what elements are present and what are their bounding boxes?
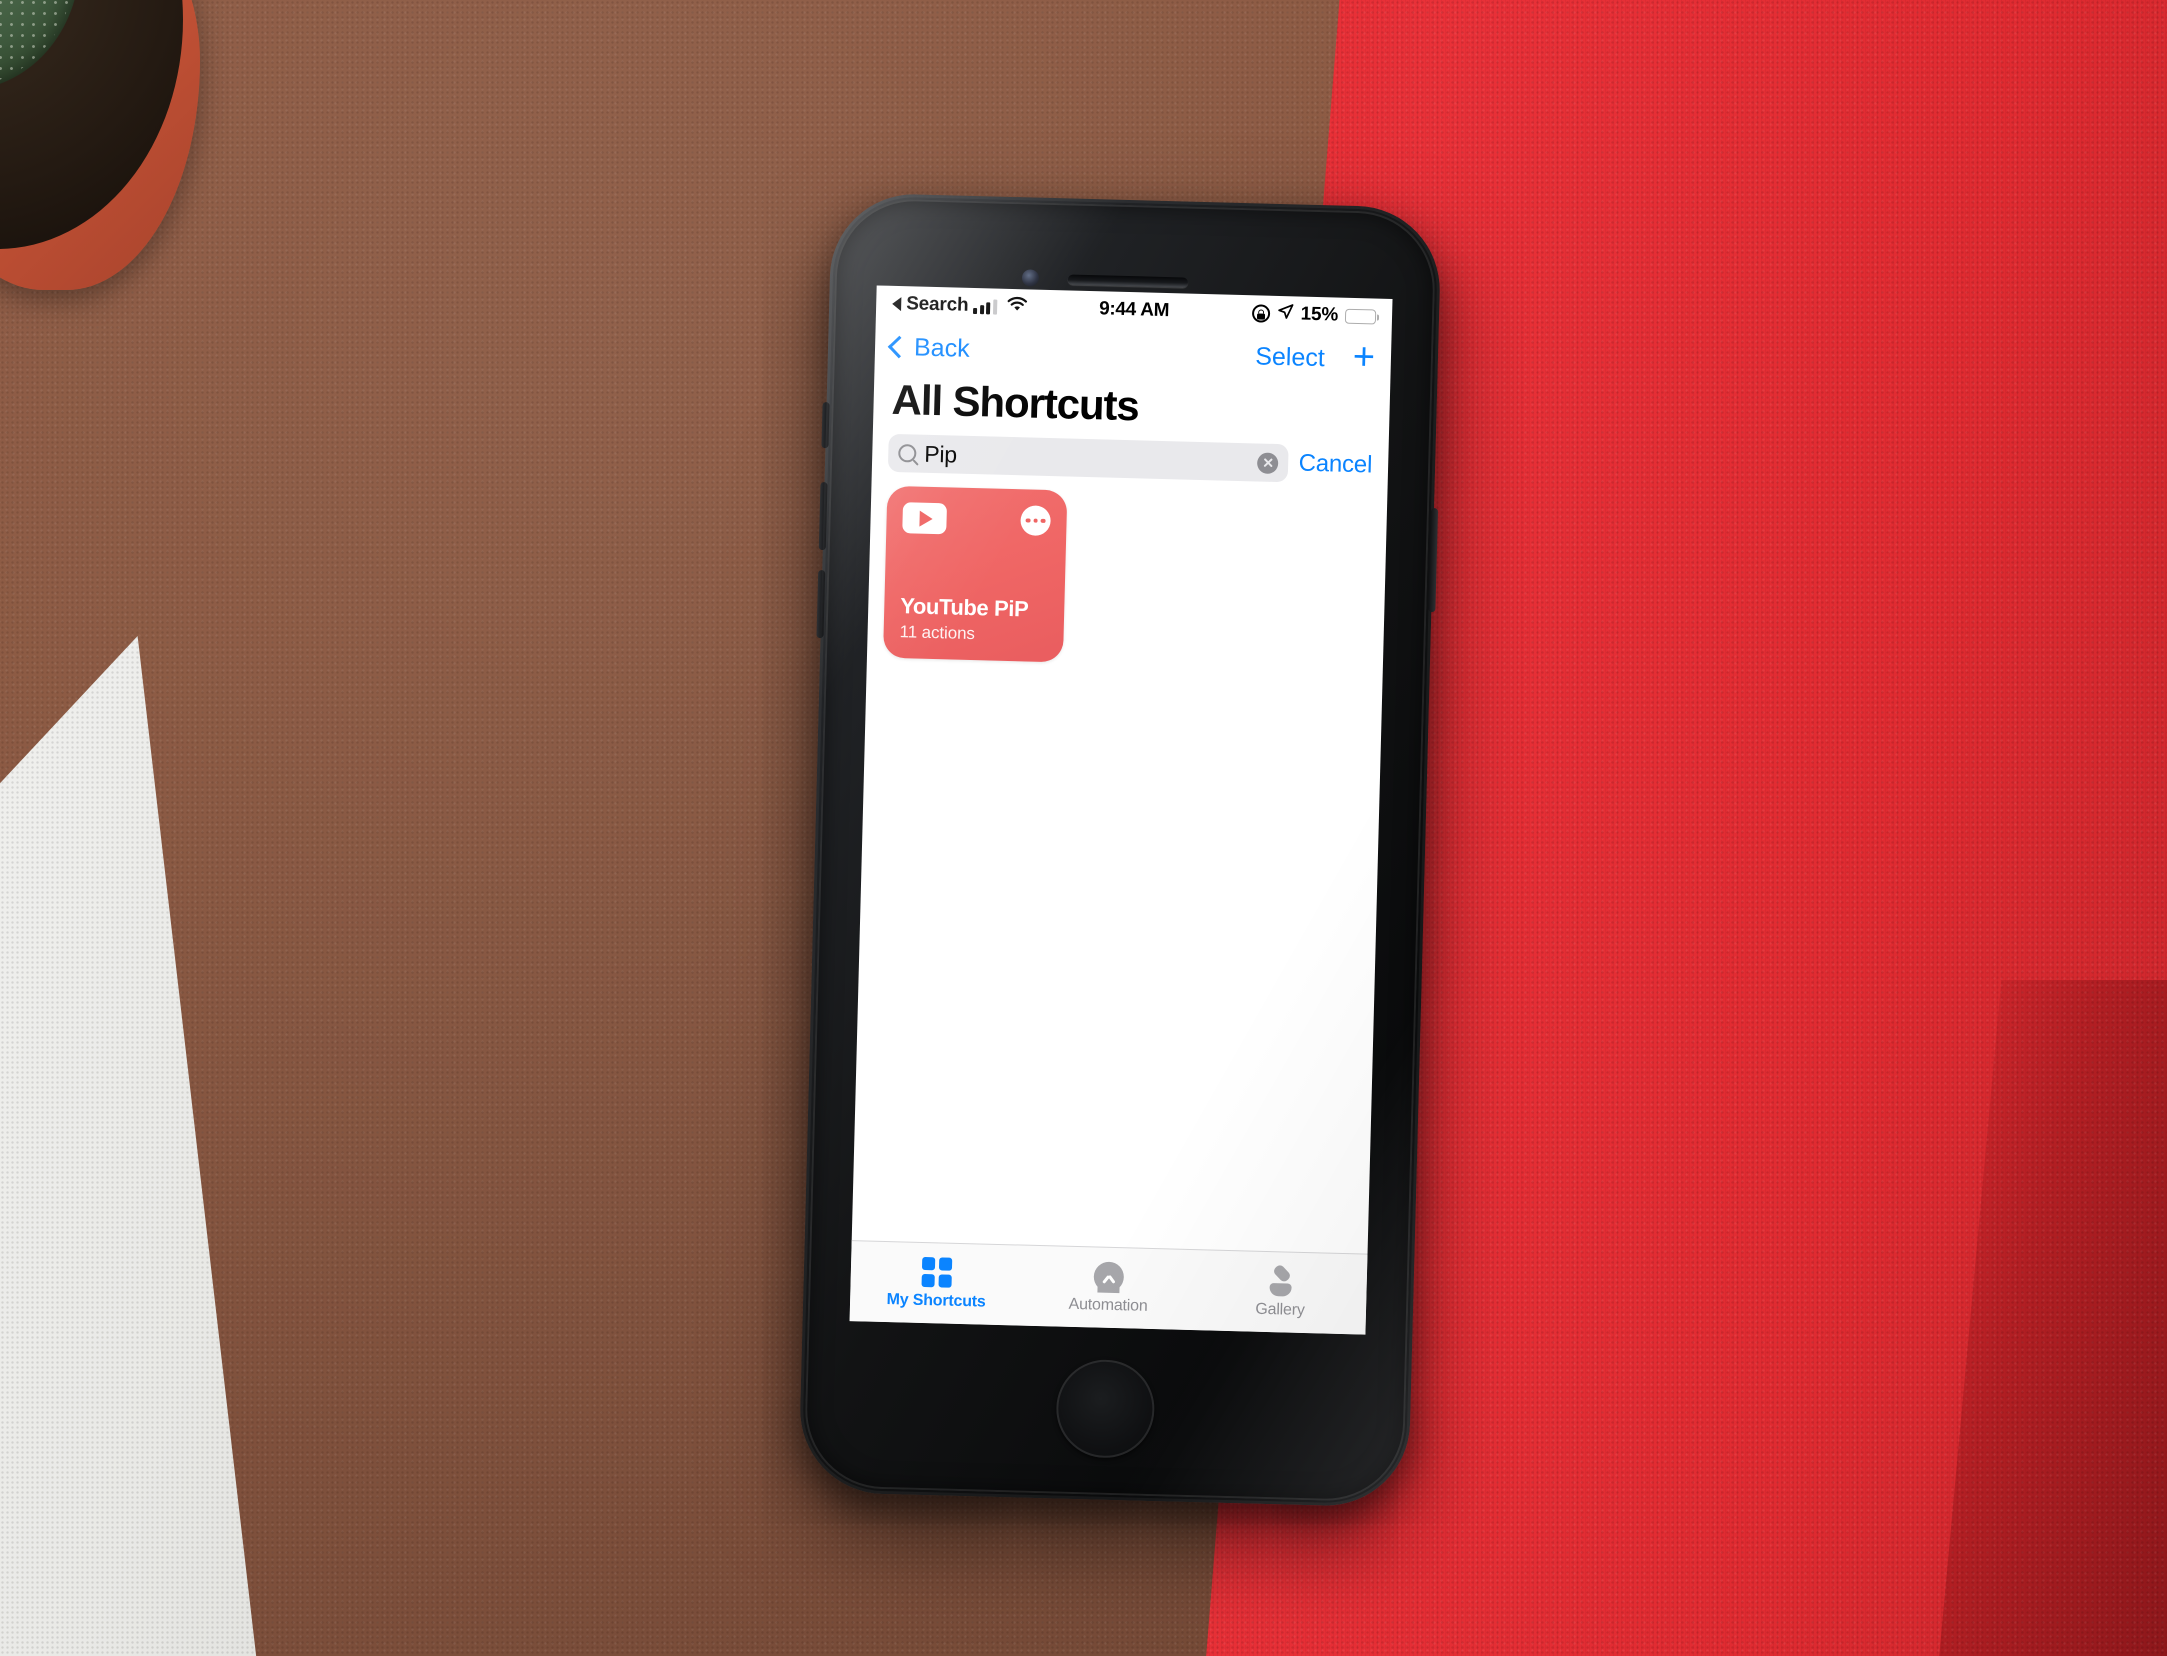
battery-low-icon	[1344, 308, 1377, 325]
iphone-device: Search 9:44 AM 15% Back Select + All Sho…	[798, 192, 1442, 1508]
tab-gallery[interactable]: Gallery	[1194, 1262, 1367, 1321]
shortcuts-results-grid: YouTube PiP 11 actions	[867, 481, 1388, 674]
shortcut-card-header	[902, 502, 1051, 537]
grid-squares-icon	[921, 1256, 953, 1288]
clear-circle-icon[interactable]	[1257, 451, 1279, 474]
search-icon	[898, 444, 917, 463]
card-spacer	[901, 533, 1051, 598]
youtube-play-icon	[902, 502, 948, 535]
select-button[interactable]: Select	[1255, 342, 1325, 373]
clock-icon	[1093, 1260, 1125, 1293]
volume-up-button[interactable]	[818, 482, 828, 551]
tab-my-shortcuts-label: My Shortcuts	[886, 1290, 986, 1311]
phone-screen: Search 9:44 AM 15% Back Select + All Sho…	[849, 285, 1393, 1335]
home-button[interactable]	[1055, 1358, 1156, 1460]
triangle-left-icon[interactable]	[892, 296, 902, 312]
tab-bar: My Shortcuts Automation Gallery	[849, 1240, 1368, 1335]
tab-automation[interactable]: Automation	[1022, 1259, 1195, 1316]
status-bar-clock: 9:44 AM	[1098, 298, 1170, 322]
ellipsis-icon[interactable]	[1020, 505, 1051, 537]
search-input-value: Pip	[923, 440, 958, 468]
plus-icon[interactable]: +	[1352, 336, 1375, 379]
front-camera	[1021, 269, 1040, 287]
status-bar-left: Search	[892, 293, 1099, 320]
tab-my-shortcuts[interactable]: My Shortcuts	[850, 1255, 1023, 1312]
mute-switch[interactable]	[821, 402, 830, 449]
back-button[interactable]: Back	[887, 332, 971, 363]
chevron-left-icon	[887, 335, 911, 359]
tab-gallery-label: Gallery	[1255, 1300, 1305, 1319]
shortcut-title: YouTube PiP	[899, 592, 1029, 622]
shortcut-card[interactable]: YouTube PiP 11 actions	[882, 485, 1068, 663]
layers-icon	[1264, 1262, 1297, 1297]
shortcut-subtitle: 11 actions	[899, 622, 976, 644]
search-input[interactable]: Pip	[887, 433, 1290, 483]
volume-down-button[interactable]	[816, 570, 826, 639]
status-back-app-label[interactable]: Search	[906, 293, 969, 317]
status-bar-right: 15%	[1169, 300, 1377, 328]
rotation-lock-icon	[1251, 304, 1270, 323]
cellular-bars-icon	[973, 298, 998, 315]
battery-percent-label: 15%	[1300, 303, 1339, 326]
earpiece-speaker	[1067, 274, 1189, 288]
scene: Search 9:44 AM 15% Back Select + All Sho…	[0, 0, 2167, 1656]
wifi-icon	[1006, 296, 1029, 319]
cancel-button[interactable]: Cancel	[1298, 450, 1372, 480]
tab-automation-label: Automation	[1068, 1295, 1148, 1315]
location-arrow-icon	[1276, 302, 1294, 325]
back-button-label: Back	[913, 332, 971, 363]
